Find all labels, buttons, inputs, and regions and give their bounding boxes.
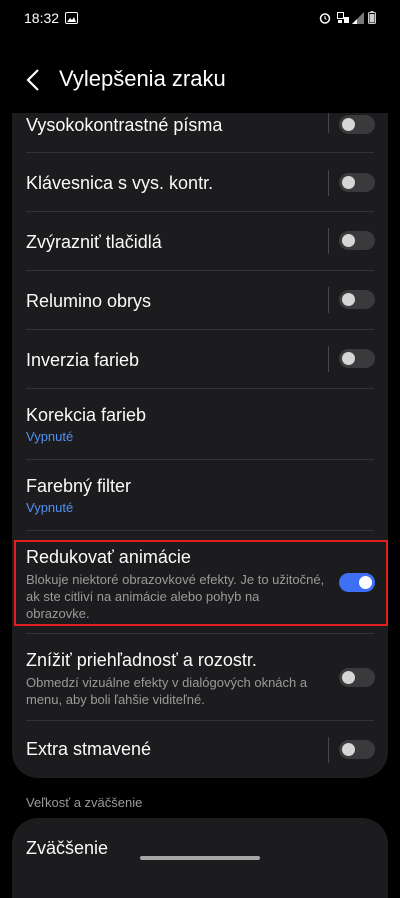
divider bbox=[328, 737, 329, 763]
app-header: Vylepšenia zraku bbox=[0, 56, 400, 104]
setting-title: Zväčšenie bbox=[26, 838, 109, 858]
setting-reduce-transparency[interactable]: Znížiť priehľadnosť a rozostr. Obmedzí v… bbox=[12, 634, 388, 730]
section-header: Veľkosť a zväčšenie bbox=[26, 795, 143, 810]
divider bbox=[328, 113, 329, 133]
setting-title: Inverzia farieb bbox=[26, 350, 140, 370]
toggle-switch[interactable] bbox=[339, 290, 375, 309]
toggle-knob bbox=[342, 118, 355, 131]
toggle-switch[interactable] bbox=[339, 740, 375, 759]
setting-high-contrast-keyboard[interactable]: Klávesnica s vys. kontr. bbox=[12, 153, 388, 211]
battery-icon bbox=[368, 11, 376, 29]
signal-icon bbox=[352, 11, 364, 29]
setting-description: Obmedzí vizuálne efekty v dialógových ok… bbox=[26, 675, 308, 707]
setting-relumino-outline[interactable]: Relumino obrys bbox=[12, 271, 388, 329]
wifi-calling-icon bbox=[337, 11, 350, 29]
setting-title: Klávesnica s vys. kontr. bbox=[26, 173, 214, 193]
page-title: Vylepšenia zraku bbox=[59, 66, 226, 91]
toggle-switch[interactable] bbox=[339, 173, 375, 192]
setting-title: Farebný filter bbox=[26, 476, 132, 496]
setting-status: Vypnuté bbox=[26, 500, 74, 515]
image-notification-icon bbox=[65, 11, 78, 29]
settings-list: Vysokokontrastné písma Klávesnica s vys.… bbox=[12, 113, 388, 778]
toggle-knob bbox=[342, 234, 355, 247]
toggle-knob bbox=[342, 743, 355, 756]
setting-title: Vysokokontrastné písma bbox=[26, 115, 223, 135]
back-arrow-icon bbox=[26, 69, 39, 91]
divider bbox=[328, 346, 329, 372]
setting-color-filter[interactable]: Farebný filter Vypnuté bbox=[12, 460, 388, 530]
home-gesture-bar[interactable] bbox=[140, 856, 260, 860]
back-button[interactable] bbox=[22, 66, 46, 94]
setting-title: Extra stmavené bbox=[26, 739, 152, 759]
setting-color-inversion[interactable]: Inverzia farieb bbox=[12, 330, 388, 388]
toggle-knob bbox=[342, 293, 355, 306]
highlight-box bbox=[14, 540, 388, 626]
toggle-switch[interactable] bbox=[339, 231, 375, 250]
divider bbox=[328, 287, 329, 313]
status-time: 18:32 bbox=[24, 10, 60, 26]
setting-color-correction[interactable]: Korekcia farieb Vypnuté bbox=[12, 389, 388, 459]
toggle-switch[interactable] bbox=[339, 668, 375, 687]
toggle-switch[interactable] bbox=[339, 349, 375, 368]
setting-title: Relumino obrys bbox=[26, 291, 152, 311]
setting-title: Korekcia farieb bbox=[26, 405, 147, 425]
setting-title: Znížiť priehľadnosť a rozostr. bbox=[26, 650, 257, 670]
toggle-knob bbox=[342, 671, 355, 684]
toggle-switch[interactable] bbox=[339, 115, 375, 134]
setting-highlight-buttons[interactable]: Zvýrazniť tlačidlá bbox=[12, 212, 388, 270]
alarm-icon bbox=[319, 11, 331, 29]
setting-high-contrast-fonts[interactable]: Vysokokontrastné písma bbox=[12, 113, 388, 148]
setting-title: Zvýrazniť tlačidlá bbox=[26, 232, 162, 252]
status-bar: 18:32 bbox=[0, 0, 400, 36]
toggle-knob bbox=[342, 176, 355, 189]
divider bbox=[328, 228, 329, 254]
divider bbox=[328, 170, 329, 196]
setting-status: Vypnuté bbox=[26, 429, 74, 444]
setting-extra-dim[interactable]: Extra stmavené bbox=[12, 721, 388, 778]
toggle-knob bbox=[342, 352, 355, 365]
